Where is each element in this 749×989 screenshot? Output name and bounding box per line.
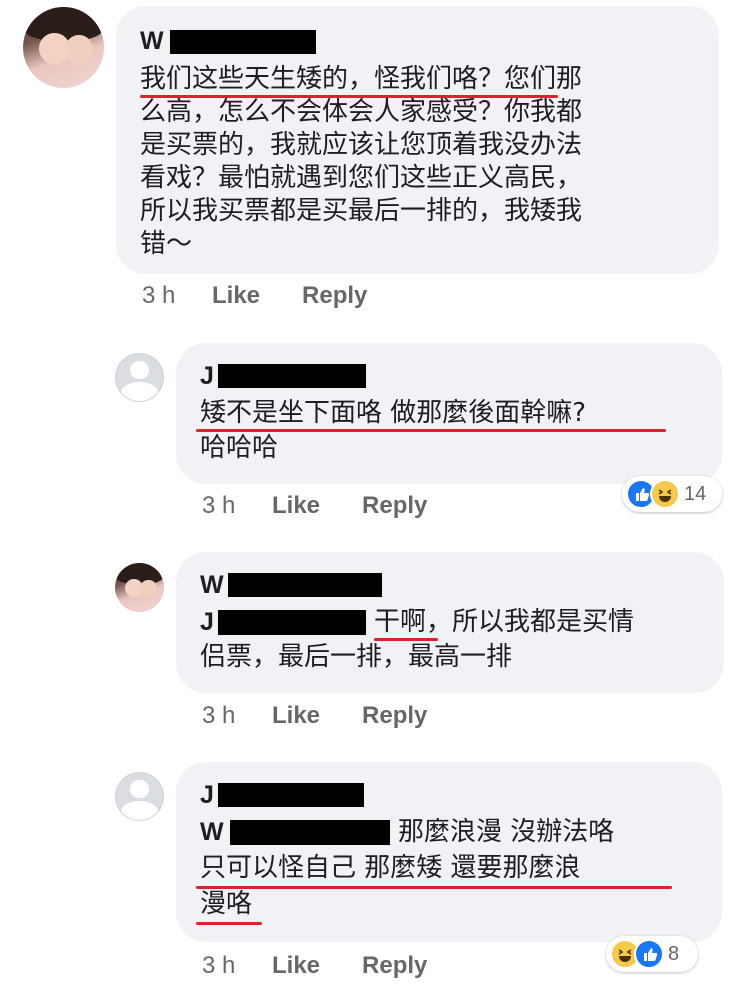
comment-text-line: 我们这些天生矮的，怪我们咯？您们那 bbox=[140, 64, 583, 94]
comment-author[interactable]: W bbox=[140, 28, 320, 54]
timestamp[interactable]: 3 h bbox=[202, 952, 272, 980]
comment-actions: 3 h Like Reply bbox=[142, 282, 409, 310]
comment-text-line: 哈哈哈 bbox=[200, 433, 279, 463]
redacted-name bbox=[218, 783, 364, 807]
comment-actions: 3 h Like Reply bbox=[202, 952, 469, 980]
like-button[interactable]: Like bbox=[212, 282, 260, 310]
default-avatar-icon[interactable] bbox=[115, 353, 164, 402]
comment-author[interactable]: J bbox=[200, 363, 370, 389]
like-button[interactable]: Like bbox=[272, 492, 320, 520]
comment-text-line: 矮不是坐下面咯 做那麼後面幹嘛? bbox=[200, 398, 587, 428]
timestamp[interactable]: 3 h bbox=[142, 282, 212, 310]
redacted-name bbox=[218, 364, 366, 388]
timestamp[interactable]: 3 h bbox=[202, 492, 272, 520]
author-initial[interactable]: J bbox=[200, 782, 214, 808]
author-initial[interactable]: W bbox=[140, 28, 164, 54]
reply-button[interactable]: Reply bbox=[362, 492, 427, 520]
red-underline bbox=[196, 429, 666, 432]
like-reaction-icon bbox=[634, 939, 664, 969]
red-underline bbox=[374, 638, 438, 641]
comment-text-line: 么高，怎么不会体会人家感受？你我都 bbox=[140, 97, 583, 127]
comment-text-line: 干啊，所以我都是买情 bbox=[374, 607, 635, 637]
mentioned-user[interactable]: J bbox=[200, 609, 370, 635]
comment-bubble: W J 干啊，所以我都是买情 侣票，最后一排，最高一排 bbox=[176, 552, 724, 693]
comment-text-line: 看戏？最怕就遇到您们这些正义高民， bbox=[140, 163, 583, 193]
red-underline bbox=[196, 922, 262, 925]
red-underline bbox=[196, 886, 672, 889]
redacted-name bbox=[230, 820, 390, 845]
comment-text-line: 侣票，最后一排，最高一排 bbox=[200, 642, 513, 672]
comment-bubble: J 矮不是坐下面咯 做那麼後面幹嘛? 哈哈哈 bbox=[176, 343, 722, 484]
timestamp[interactable]: 3 h bbox=[202, 702, 272, 730]
comment-text-line: 漫咯 bbox=[200, 889, 253, 919]
mention-initial[interactable]: J bbox=[200, 609, 214, 635]
reaction-summary[interactable]: 14 bbox=[622, 476, 722, 512]
comment-actions: 3 h Like Reply bbox=[202, 492, 469, 520]
comment-actions: 3 h Like Reply bbox=[202, 702, 469, 730]
reaction-summary[interactable]: 8 bbox=[606, 936, 698, 972]
red-underline bbox=[140, 95, 558, 98]
comment-bubble: J W 那麼浪漫 沒辦法咯 只可以怪自己 那麼矮 還要那麼浪 漫咯 bbox=[176, 762, 722, 942]
comment-author[interactable]: J bbox=[200, 782, 370, 808]
comment-author[interactable]: W bbox=[200, 572, 390, 598]
author-initial[interactable]: J bbox=[200, 363, 214, 389]
like-button[interactable]: Like bbox=[272, 702, 320, 730]
like-button[interactable]: Like bbox=[272, 952, 320, 980]
author-initial[interactable]: W bbox=[200, 572, 224, 598]
mentioned-user[interactable]: W bbox=[200, 819, 390, 845]
reply-button[interactable]: Reply bbox=[302, 282, 367, 310]
haha-reaction-icon bbox=[650, 479, 680, 509]
avatar[interactable] bbox=[115, 563, 164, 612]
comment-text-line: 那麼浪漫 沒辦法咯 bbox=[398, 817, 615, 847]
default-avatar-icon[interactable] bbox=[115, 772, 164, 821]
redacted-name bbox=[228, 573, 382, 597]
comment-text-line: 所以我买票都是买最后一排的，我矮我 bbox=[140, 196, 583, 226]
comment-text-line: 是买票的，我就应该让您顶着我没办法 bbox=[140, 130, 583, 160]
mention-initial[interactable]: W bbox=[200, 819, 224, 845]
redacted-name bbox=[218, 610, 366, 635]
reply-button[interactable]: Reply bbox=[362, 702, 427, 730]
comment-bubble: W 我们这些天生矮的，怪我们咯？您们那 么高，怎么不会体会人家感受？你我都 是买… bbox=[116, 6, 719, 274]
avatar[interactable] bbox=[23, 7, 104, 88]
redacted-name bbox=[170, 30, 316, 54]
comment-text-line: 只可以怪自己 那麼矮 還要那麼浪 bbox=[200, 853, 581, 883]
reaction-count: 8 bbox=[668, 942, 680, 965]
reply-button[interactable]: Reply bbox=[362, 952, 427, 980]
reaction-count: 14 bbox=[684, 482, 707, 505]
comment-text-line: 错～ bbox=[140, 229, 193, 259]
